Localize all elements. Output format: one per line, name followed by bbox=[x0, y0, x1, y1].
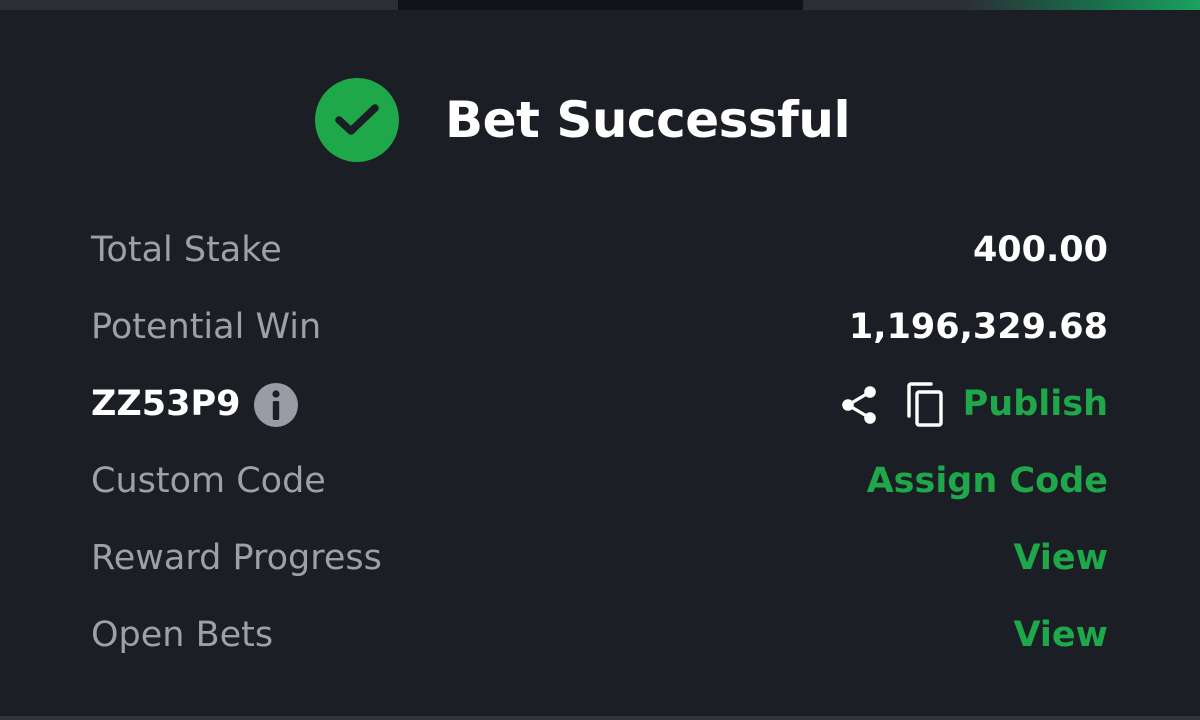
bet-confirmation-panel: Bet Successful Total Stake 400.00 Potent… bbox=[0, 0, 1200, 720]
assign-code-link[interactable]: Assign Code bbox=[867, 464, 1108, 499]
top-strip-segment bbox=[803, 0, 1200, 10]
bet-details: Total Stake 400.00 Potential Win 1,196,3… bbox=[91, 212, 1108, 674]
open-bets-row: Open Bets View bbox=[91, 597, 1108, 674]
booking-code: ZZ53P9 bbox=[91, 384, 241, 424]
share-icon[interactable] bbox=[837, 383, 881, 427]
check-circle-icon bbox=[315, 78, 399, 162]
bottom-divider bbox=[0, 716, 1200, 720]
page-title: Bet Successful bbox=[445, 91, 851, 149]
booking-code-row: ZZ53P9 Publish bbox=[91, 366, 1108, 443]
reward-progress-view-link[interactable]: View bbox=[1013, 541, 1108, 576]
top-strip-segment bbox=[0, 0, 398, 10]
potential-win-value: 1,196,329.68 bbox=[848, 307, 1108, 347]
reward-progress-row: Reward Progress View bbox=[91, 520, 1108, 597]
custom-code-row: Custom Code Assign Code bbox=[91, 443, 1108, 520]
total-stake-row: Total Stake 400.00 bbox=[91, 212, 1108, 289]
custom-code-label: Custom Code bbox=[91, 461, 326, 501]
top-strip-segment bbox=[398, 0, 803, 10]
booking-code-group: ZZ53P9 bbox=[91, 382, 299, 427]
potential-win-label: Potential Win bbox=[91, 307, 322, 347]
open-bets-view-link[interactable]: View bbox=[1013, 618, 1108, 653]
total-stake-value: 400.00 bbox=[972, 230, 1108, 270]
reward-progress-label: Reward Progress bbox=[91, 538, 382, 578]
top-strip bbox=[0, 0, 1200, 10]
info-icon[interactable] bbox=[254, 382, 299, 427]
publish-link[interactable]: Publish bbox=[963, 387, 1108, 422]
potential-win-row: Potential Win 1,196,329.68 bbox=[91, 289, 1108, 366]
open-bets-label: Open Bets bbox=[91, 615, 274, 655]
total-stake-label: Total Stake bbox=[91, 230, 282, 270]
success-header: Bet Successful bbox=[315, 78, 851, 162]
booking-actions: Publish bbox=[837, 381, 1108, 429]
copy-icon[interactable] bbox=[903, 381, 947, 429]
